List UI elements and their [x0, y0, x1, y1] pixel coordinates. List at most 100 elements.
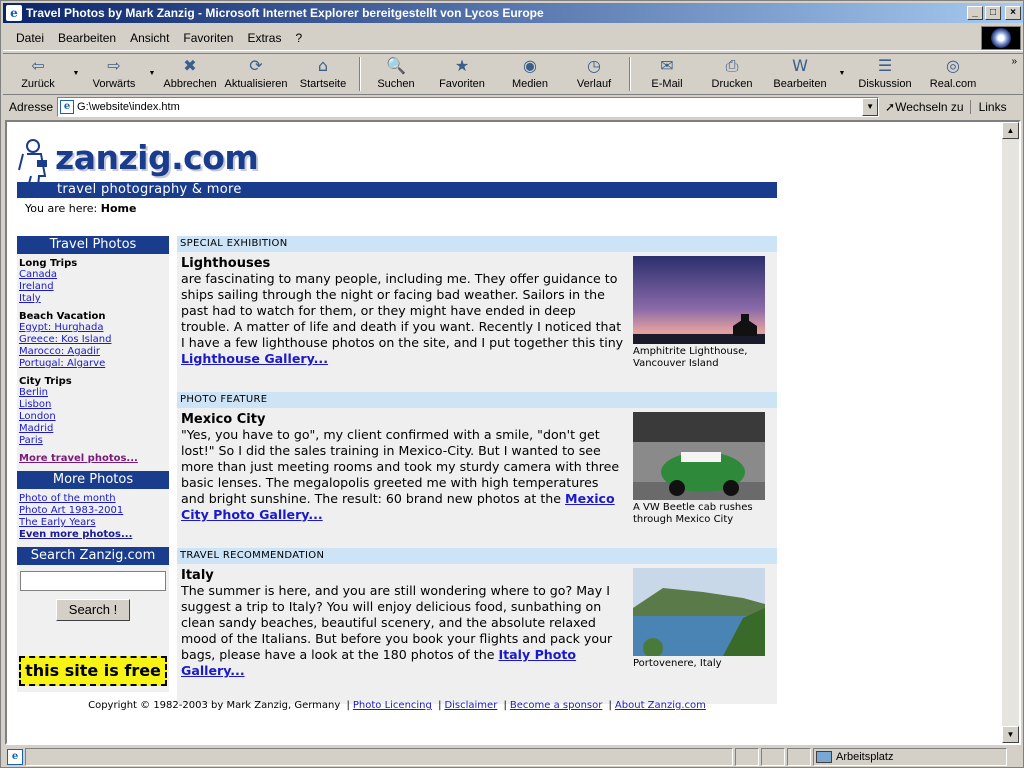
- web-page: zanzig.com travel photography & more You…: [17, 132, 779, 711]
- section-heading: PHOTO FEATURE: [177, 392, 777, 408]
- main-content: SPECIAL EXHIBITION Lighthouses are fasci…: [177, 236, 777, 704]
- breadcrumb-current: Home: [100, 202, 137, 215]
- minimize-button[interactable]: _: [967, 6, 983, 20]
- nav-link-madrid[interactable]: Madrid: [19, 423, 167, 435]
- site-header[interactable]: zanzig.com travel photography & more You…: [17, 132, 779, 215]
- footer-link-sponsor[interactable]: Become a sponsor: [510, 700, 602, 711]
- search-submit-button[interactable]: Search !: [56, 599, 130, 621]
- forward-dropdown[interactable]: ▼: [145, 54, 159, 94]
- search-icon: 🔍: [386, 56, 406, 75]
- window-title: Travel Photos by Mark Zanzig - Microsoft…: [26, 6, 544, 20]
- left-navigation: Travel Photos Long Trips Canada Ireland …: [17, 236, 169, 692]
- search-input[interactable]: [20, 571, 166, 591]
- nav-link-portugal[interactable]: Portugal: Algarve: [19, 358, 167, 370]
- resize-grip-icon[interactable]: [1009, 750, 1023, 764]
- nav-link-lisbon[interactable]: Lisbon: [19, 399, 167, 411]
- nav-link-berlin[interactable]: Berlin: [19, 387, 167, 399]
- discussion-button[interactable]: ☰ Diskussion: [849, 54, 921, 94]
- refresh-button[interactable]: ⟳ Aktualisieren: [221, 54, 291, 94]
- nav-group-title: Long Trips: [19, 258, 78, 269]
- status-cell: [735, 748, 759, 766]
- search-form: Search !: [17, 565, 169, 627]
- feature-section-italy: TRAVEL RECOMMENDATION Italy The summer i…: [177, 548, 777, 704]
- maximize-button[interactable]: □: [985, 6, 1001, 20]
- go-button[interactable]: ➚Wechseln zu: [879, 100, 970, 114]
- page-icon: e: [60, 100, 75, 114]
- nav-link-marocco[interactable]: Marocco: Agadir: [19, 346, 167, 358]
- address-dropdown[interactable]: ▼: [862, 98, 879, 116]
- edit-dropdown[interactable]: ▼: [835, 54, 849, 94]
- status-text: [25, 748, 733, 766]
- footer-link-disclaimer[interactable]: Disclaimer: [444, 700, 497, 711]
- favorites-button[interactable]: ★ Favoriten: [427, 54, 497, 94]
- search-button[interactable]: 🔍 Suchen: [365, 54, 427, 94]
- nav-link-ireland[interactable]: Ireland: [19, 281, 167, 293]
- status-cell: [761, 748, 785, 766]
- windows-logo-icon: [991, 28, 1011, 48]
- scroll-down-arrow[interactable]: ▼: [1002, 726, 1019, 743]
- forward-button[interactable]: ⇨ Vorwärts: [83, 54, 145, 94]
- scroll-up-arrow[interactable]: ▲: [1002, 122, 1019, 139]
- links-toolbar[interactable]: Links: [969, 100, 1007, 114]
- site-logo: zanzig.com: [55, 138, 259, 177]
- nav-link-canada[interactable]: Canada: [19, 269, 167, 281]
- menu-ansicht[interactable]: Ansicht: [123, 31, 176, 45]
- throbber-logo: [981, 26, 1021, 50]
- mail-button[interactable]: ✉ E-Mail: [635, 54, 699, 94]
- nav-link-egypt[interactable]: Egypt: Hurghada: [19, 322, 167, 334]
- stop-button[interactable]: ✖ Abbrechen: [159, 54, 221, 94]
- toolbar-overflow-chevron[interactable]: »: [1011, 56, 1017, 67]
- nav-link-london[interactable]: London: [19, 411, 167, 423]
- back-dropdown[interactable]: ▼: [69, 54, 83, 94]
- site-free-badge[interactable]: this site is free: [19, 656, 167, 686]
- title-bar: e Travel Photos by Mark Zanzig - Microso…: [3, 3, 1023, 23]
- menu-datei[interactable]: Datei: [9, 31, 51, 45]
- ie-logo-icon: e: [6, 5, 22, 21]
- nav-link-photo-art[interactable]: Photo Art 1983-2001: [19, 505, 167, 517]
- forward-arrow-icon: ⇨: [107, 56, 121, 75]
- address-label: Adresse: [9, 100, 54, 114]
- address-input[interactable]: e G:\website\index.htm ▼: [57, 97, 880, 117]
- nav-link-photo-of-month[interactable]: Photo of the month: [19, 493, 167, 505]
- footer-link-licencing[interactable]: Photo Licencing: [353, 700, 432, 711]
- lighthouse-gallery-link[interactable]: Lighthouse Gallery...: [181, 351, 328, 366]
- status-cell: [787, 748, 811, 766]
- search-heading: Search Zanzig.com: [17, 547, 169, 565]
- realcom-button[interactable]: ◎ Real.com: [921, 54, 985, 94]
- edit-button[interactable]: W Bearbeiten: [765, 54, 835, 94]
- menu-help[interactable]: ?: [288, 31, 309, 45]
- nav-link-italy[interactable]: Italy: [19, 293, 167, 305]
- address-bar: Adresse e G:\website\index.htm ▼ ➚Wechse…: [3, 96, 1023, 118]
- history-button[interactable]: ◷ Verlauf: [563, 54, 625, 94]
- security-zone: Arbeitsplatz: [813, 748, 1007, 766]
- nav-link-greece[interactable]: Greece: Kos Island: [19, 334, 167, 346]
- menu-favoriten[interactable]: Favoriten: [176, 31, 240, 45]
- print-button[interactable]: ⎙ Drucken: [699, 54, 765, 94]
- nav-link-early-years[interactable]: The Early Years: [19, 517, 167, 529]
- address-value[interactable]: G:\website\index.htm: [77, 101, 862, 113]
- mail-icon: ✉: [660, 56, 674, 75]
- nav-group-title: Beach Vacation: [19, 311, 106, 322]
- media-button[interactable]: ◉ Medien: [497, 54, 563, 94]
- footer-link-about[interactable]: About Zanzig.com: [615, 700, 706, 711]
- nav-link-paris[interactable]: Paris: [19, 435, 167, 447]
- menu-bearbeiten[interactable]: Bearbeiten: [51, 31, 123, 45]
- close-button[interactable]: ×: [1005, 6, 1021, 20]
- back-button[interactable]: ⇦ Zurück: [7, 54, 69, 94]
- vertical-scrollbar[interactable]: ▲ ▼: [1002, 122, 1019, 743]
- refresh-icon: ⟳: [249, 56, 263, 75]
- lighthouse-photo[interactable]: [633, 256, 765, 344]
- even-more-photos-link[interactable]: Even more photos...: [19, 529, 167, 541]
- photo-caption: A VW Beetle cab rushes through Mexico Ci…: [633, 502, 753, 525]
- home-icon: ⌂: [317, 56, 329, 75]
- vw-beetle-photo[interactable]: [633, 412, 765, 500]
- menu-extras[interactable]: Extras: [240, 31, 288, 45]
- tagline: travel photography & more: [57, 182, 242, 197]
- toolbar-separator: [359, 57, 361, 91]
- home-button[interactable]: ⌂ Startseite: [291, 54, 355, 94]
- portovenere-photo[interactable]: [633, 568, 765, 656]
- media-icon: ◉: [523, 56, 537, 75]
- more-travel-photos-link[interactable]: More travel photos...: [19, 453, 167, 465]
- toolbar-separator: [629, 57, 631, 91]
- go-arrow-icon: ➚: [885, 100, 896, 114]
